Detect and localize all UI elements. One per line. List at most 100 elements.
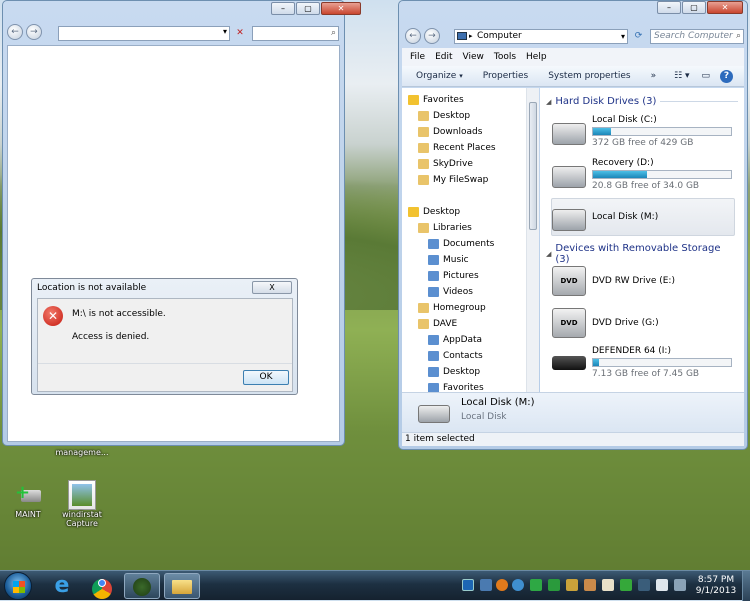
power-icon[interactable] <box>674 579 686 591</box>
nav-item-skydrive[interactable]: SkyDrive <box>402 156 526 172</box>
properties-button[interactable]: Properties <box>483 71 528 81</box>
scrollbar-thumb[interactable] <box>529 102 537 230</box>
nav-item-libraries[interactable]: Libraries <box>402 220 526 236</box>
folder-icon <box>428 335 439 345</box>
tray-icon-l[interactable] <box>462 579 474 591</box>
tray-icon-green[interactable] <box>620 579 632 591</box>
volume-icon[interactable] <box>656 579 668 591</box>
preview-pane-icon[interactable]: ▭ <box>702 71 711 81</box>
search-input[interactable]: ⌕ <box>252 26 339 41</box>
error-icon: ✕ <box>43 306 63 326</box>
back-icon[interactable]: ← <box>405 28 421 44</box>
tree-app-icon[interactable] <box>124 573 160 599</box>
maximize-button[interactable]: ▢ <box>296 2 320 15</box>
chevron-down-icon[interactable]: ▾ <box>223 27 227 36</box>
maximize-button[interactable]: ▢ <box>682 1 706 14</box>
drive-i[interactable]: DEFENDER 64 (I:) 7.13 GB free of 7.45 GB <box>552 346 738 380</box>
nav-item-pictures[interactable]: Pictures <box>402 268 526 284</box>
group-hard-disk-drives[interactable]: ◢ Hard Disk Drives (3) <box>546 96 738 107</box>
stop-icon[interactable]: ✕ <box>233 26 247 41</box>
folder-icon <box>428 351 439 361</box>
forward-icon[interactable]: → <box>25 24 42 40</box>
nav-item-desktop[interactable]: Desktop <box>402 108 526 124</box>
nav-item-desktop[interactable]: Desktop <box>402 364 526 380</box>
menu-tools[interactable]: Tools <box>494 48 516 66</box>
collapse-icon: ◢ <box>546 97 552 106</box>
tray-icon-w[interactable] <box>602 579 614 591</box>
nav-item-appdata[interactable]: AppData <box>402 332 526 348</box>
collapse-icon: ◢ <box>546 250 552 258</box>
menu-help[interactable]: Help <box>526 48 547 66</box>
minimize-button[interactable]: – <box>657 1 681 14</box>
windows-explorer-icon[interactable] <box>164 573 200 599</box>
ok-button[interactable]: OK <box>243 370 289 385</box>
show-desktop-button[interactable] <box>742 571 750 601</box>
nav-item-my-fileswap[interactable]: My FileSwap <box>402 172 526 188</box>
navigation-scrollbar[interactable] <box>526 88 539 392</box>
nav-item-documents[interactable]: Documents <box>402 236 526 252</box>
system-properties-button[interactable]: System properties <box>548 71 630 81</box>
organize-button[interactable]: Organize ▾ <box>416 71 463 81</box>
explorer-address-bar[interactable]: ▸ Computer ▾ <box>454 29 628 44</box>
forward-icon[interactable]: → <box>423 28 440 44</box>
menu-view[interactable]: View <box>463 48 484 66</box>
explorer-search-input[interactable]: Search Computer ⌕ <box>650 29 744 44</box>
tray-icon-fw[interactable] <box>566 579 578 591</box>
chrome-icon[interactable] <box>84 573 120 599</box>
drive-e[interactable]: DVD DVD RW Drive (E:) <box>552 264 738 298</box>
tray-icon-orange[interactable] <box>496 579 508 591</box>
nav-item-dave[interactable]: DAVE <box>402 316 526 332</box>
internet-explorer-icon[interactable]: e <box>44 573 80 599</box>
tray-icon-globe[interactable] <box>512 579 524 591</box>
error-message: M:\ is not accessible. <box>72 309 166 319</box>
menu-file[interactable]: File <box>410 48 425 66</box>
chevron-down-icon[interactable]: ▾ <box>621 30 625 43</box>
details-pane: Local Disk (M:) Local Disk <box>402 392 744 432</box>
desktop-icon-maint[interactable]: + MAINT <box>0 480 56 519</box>
search-icon: ⌕ <box>330 28 336 38</box>
tray-icon-sync[interactable] <box>548 579 560 591</box>
drive-m[interactable]: Local Disk (M:) <box>551 198 735 236</box>
change-view-icon[interactable]: ☷ ▾ <box>674 71 689 81</box>
help-icon[interactable]: ? <box>720 69 734 83</box>
drive-g[interactable]: DVD DVD Drive (G:) <box>552 306 738 340</box>
minimize-button[interactable]: – <box>271 2 295 15</box>
folder-icon <box>428 367 439 377</box>
tray-icon-box[interactable] <box>584 579 596 591</box>
menu-edit[interactable]: Edit <box>435 48 452 66</box>
folder-icon <box>418 303 429 313</box>
close-button[interactable]: ✕ <box>321 2 361 15</box>
back-icon[interactable]: ← <box>7 24 23 40</box>
breadcrumb[interactable]: Computer <box>477 31 522 41</box>
drive-d[interactable]: Recovery (D:) 20.8 GB free of 34.0 GB <box>552 158 738 192</box>
windows-logo-icon <box>13 581 25 593</box>
nav-item-favorites[interactable]: Favorites <box>402 92 526 108</box>
start-button[interactable] <box>4 572 32 600</box>
nav-item-music[interactable]: Music <box>402 252 526 268</box>
nav-item-videos[interactable]: Videos <box>402 284 526 300</box>
refresh-icon[interactable]: ⟳ <box>631 29 646 44</box>
taskbar: e 8:57 PM 9/1/2013 <box>0 570 750 601</box>
clock[interactable]: 8:57 PM 9/1/2013 <box>694 575 738 597</box>
nav-item-desktop[interactable]: Desktop <box>402 204 526 220</box>
tray-icon-network[interactable] <box>638 579 650 591</box>
desktop-icon-windirstat[interactable]: windirstat Capture <box>54 480 110 528</box>
tray-icon-check[interactable] <box>530 579 542 591</box>
drive-c[interactable]: Local Disk (C:) 372 GB free of 429 GB <box>552 115 738 149</box>
error-dialog[interactable]: Location is not available X ✕ M:\ is not… <box>31 278 298 395</box>
explorer-caption-buttons: – ▢ ✕ <box>657 1 743 14</box>
more-commands-icon[interactable]: » <box>651 71 657 81</box>
content-pane: ◢ Hard Disk Drives (3) Local Disk (C:) 37… <box>540 88 744 392</box>
nav-item-downloads[interactable]: Downloads <box>402 124 526 140</box>
close-button[interactable]: ✕ <box>707 1 743 14</box>
nav-item-recent-places[interactable]: Recent Places <box>402 140 526 156</box>
drive-i-usage-bar <box>592 358 732 367</box>
nav-item-favorites[interactable]: Favorites <box>402 380 526 392</box>
group-removable-storage[interactable]: ◢ Devices with Removable Storage (3) <box>546 243 738 265</box>
address-bar[interactable]: ▾ <box>58 26 230 41</box>
tray-icon-note[interactable] <box>480 579 492 591</box>
nav-item-homegroup[interactable]: Homegroup <box>402 300 526 316</box>
desktop-icon-manageme[interactable]: manageme... <box>54 448 110 457</box>
nav-item-contacts[interactable]: Contacts <box>402 348 526 364</box>
dialog-close-button[interactable]: X <box>252 281 292 294</box>
